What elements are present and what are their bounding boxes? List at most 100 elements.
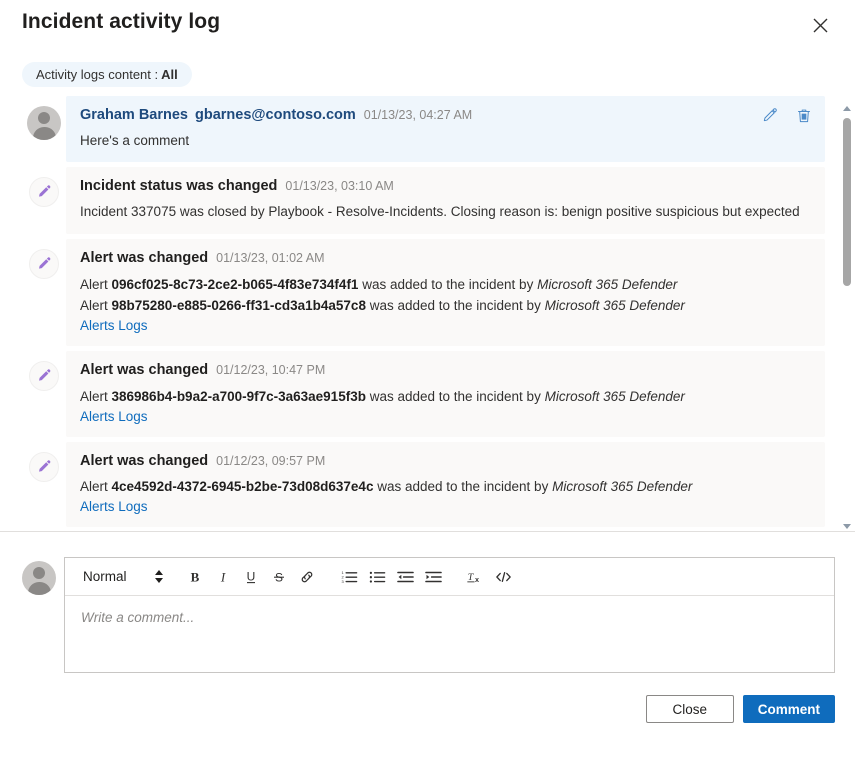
bold-button[interactable]: B xyxy=(181,563,209,591)
chevron-up-icon xyxy=(843,106,851,111)
text-style-dropdown[interactable]: Normal xyxy=(75,564,169,590)
entry-header: Graham Barnes gbarnes@contoso.com 01/13/… xyxy=(80,106,749,126)
svg-text:B: B xyxy=(191,569,200,584)
activity-title: Alert was changed xyxy=(80,249,208,269)
delete-comment-button[interactable] xyxy=(795,107,813,125)
alert-middle: was added to the incident by xyxy=(373,479,552,494)
alert-middle: was added to the incident by xyxy=(358,277,537,292)
composer-avatar-column xyxy=(22,557,64,595)
outdent-icon xyxy=(397,569,414,585)
code-button[interactable] xyxy=(489,563,517,591)
panel-header: Incident activity log xyxy=(0,0,855,52)
clear-format-button[interactable]: T x xyxy=(461,563,489,591)
comment-editor: Normal B I U xyxy=(64,557,835,673)
list-item: Incident status was changed 01/13/23, 03… xyxy=(22,167,825,233)
activity-entry-body: Alert was changed 01/13/23, 01:02 AM Ale… xyxy=(66,239,825,346)
indent-icon xyxy=(425,569,442,585)
comment-author: Graham Barnes xyxy=(80,106,188,126)
avatar xyxy=(22,561,56,595)
alert-line: Alert 096cf025-8c73-2ce2-b065-4f83e734f4… xyxy=(80,274,813,296)
bullet-list-button[interactable] xyxy=(363,563,391,591)
activity-description: Incident 337075 was closed by Playbook -… xyxy=(80,202,813,223)
text-style-value: Normal xyxy=(83,569,151,584)
link-button[interactable] xyxy=(293,563,321,591)
alert-prefix: Alert xyxy=(80,298,112,313)
activity-pencil-badge xyxy=(29,249,59,279)
outdent-button[interactable] xyxy=(391,563,419,591)
activity-pencil-badge xyxy=(29,452,59,482)
comment-button[interactable]: Comment xyxy=(743,695,835,723)
comment-input-placeholder: Write a comment... xyxy=(81,610,194,625)
entry-icon-column xyxy=(22,96,66,140)
activity-title: Incident status was changed xyxy=(80,177,277,197)
activity-entry-body: Alert was changed 01/12/23, 10:47 PM Ale… xyxy=(66,351,825,436)
pencil-icon xyxy=(36,256,52,272)
activity-log-list: Graham Barnes gbarnes@contoso.com 01/13/… xyxy=(0,96,833,531)
alert-actor: Microsoft 365 Defender xyxy=(545,298,685,313)
comment-text: Here's a comment xyxy=(80,131,749,152)
list-item: Alert was changed 01/13/23, 01:02 AM Ale… xyxy=(22,239,825,346)
close-icon xyxy=(813,18,828,33)
underline-button[interactable]: U xyxy=(237,563,265,591)
entry-header: Alert was changed 01/12/23, 10:47 PM xyxy=(80,361,813,381)
entry-icon-column xyxy=(22,442,66,482)
alert-prefix: Alert xyxy=(80,277,112,292)
scroll-down-button[interactable] xyxy=(839,519,855,531)
alert-id: 4ce4592d-4372-6945-b2be-73d08d637e4c xyxy=(112,479,374,494)
activity-timestamp: 01/13/23, 03:10 AM xyxy=(285,178,393,195)
activity-log-scrollbar[interactable] xyxy=(839,101,855,531)
alert-prefix: Alert xyxy=(80,479,112,494)
alert-line: Alert 4ce4592d-4372-6945-b2be-73d08d637e… xyxy=(80,476,813,498)
entry-icon-column xyxy=(22,167,66,207)
dialog-footer: Close Comment xyxy=(0,673,855,723)
alert-line: Alert 386986b4-b9a2-a700-9f7c-3a63ae915f… xyxy=(80,386,813,408)
activity-entry-body: Incident status was changed 01/13/23, 03… xyxy=(66,167,825,233)
italic-icon: I xyxy=(215,569,231,585)
italic-button[interactable]: I xyxy=(209,563,237,591)
link-icon xyxy=(299,569,315,585)
alert-actor: Microsoft 365 Defender xyxy=(552,479,692,494)
close-button[interactable]: Close xyxy=(646,695,734,723)
list-item: Alert was changed 01/12/23, 10:47 PM Ale… xyxy=(22,351,825,436)
alerts-logs-link[interactable]: Alerts Logs xyxy=(80,318,148,333)
comment-input[interactable]: Write a comment... xyxy=(65,596,834,672)
scroll-up-button[interactable] xyxy=(839,101,855,115)
alert-prefix: Alert xyxy=(80,389,112,404)
avatar xyxy=(27,106,61,140)
filter-label: Activity logs content : xyxy=(36,67,158,82)
bold-icon: B xyxy=(187,569,203,585)
pencil-icon xyxy=(36,459,52,475)
entry-icon-column xyxy=(22,239,66,279)
svg-text:x: x xyxy=(475,574,479,583)
activity-pencil-badge xyxy=(29,177,59,207)
alert-actor: Microsoft 365 Defender xyxy=(545,389,685,404)
code-icon xyxy=(495,569,512,585)
indent-button[interactable] xyxy=(419,563,447,591)
comment-entry-body: Graham Barnes gbarnes@contoso.com 01/13/… xyxy=(66,96,825,162)
activity-pencil-badge xyxy=(29,361,59,391)
chevron-down-icon xyxy=(843,524,851,529)
edit-comment-button[interactable] xyxy=(761,107,779,125)
alert-id: 98b75280-e885-0266-ff31-cd3a1b4a57c8 xyxy=(112,298,366,313)
close-panel-button[interactable] xyxy=(805,10,835,40)
strikethrough-button[interactable]: S xyxy=(265,563,293,591)
editor-toolbar: Normal B I U xyxy=(65,558,834,596)
bullet-list-icon xyxy=(369,569,386,585)
list-item: Alert was changed 01/12/23, 09:57 PM Ale… xyxy=(22,442,825,527)
strikethrough-icon: S xyxy=(271,569,287,585)
list-item: Graham Barnes gbarnes@contoso.com 01/13/… xyxy=(22,96,825,162)
comment-timestamp: 01/13/23, 04:27 AM xyxy=(364,107,472,124)
activity-logs-content-filter[interactable]: Activity logs content : All xyxy=(22,62,192,87)
ordered-list-button[interactable]: 1 2 3 xyxy=(335,563,363,591)
activity-timestamp: 01/12/23, 09:57 PM xyxy=(216,453,325,470)
underline-icon: U xyxy=(243,569,259,585)
alerts-logs-link[interactable]: Alerts Logs xyxy=(80,499,148,514)
svg-text:3: 3 xyxy=(341,578,344,583)
pencil-icon xyxy=(36,184,52,200)
alert-id: 096cf025-8c73-2ce2-b065-4f83e734f4f1 xyxy=(112,277,359,292)
scrollbar-thumb[interactable] xyxy=(843,118,851,286)
activity-title: Alert was changed xyxy=(80,452,208,472)
pencil-icon xyxy=(36,368,52,384)
alerts-logs-link[interactable]: Alerts Logs xyxy=(80,409,148,424)
alert-actor: Microsoft 365 Defender xyxy=(537,277,677,292)
